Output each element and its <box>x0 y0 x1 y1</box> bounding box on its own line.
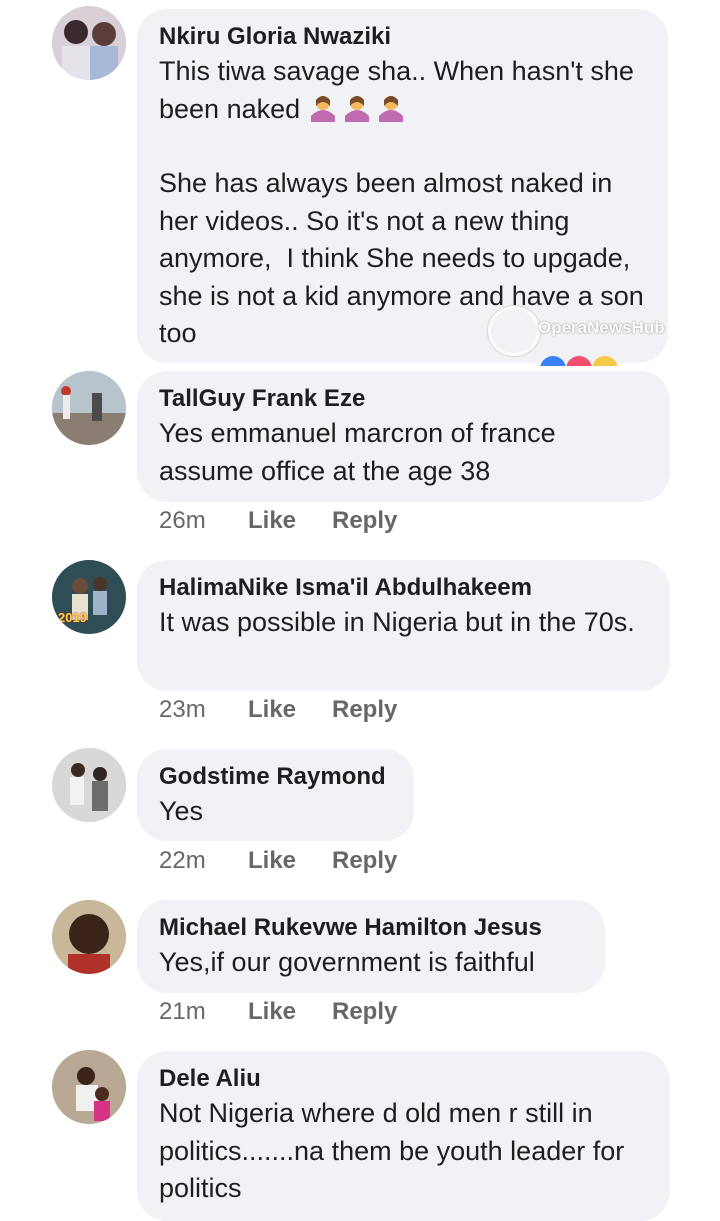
comment-author[interactable]: TallGuy Frank Eze <box>159 384 648 414</box>
comment-actions: 22m Like Reply <box>159 847 397 875</box>
comment-actions: 23m Like Reply <box>159 696 397 724</box>
comment-bubble: Godstime Raymond Yes <box>137 749 414 841</box>
watermark-logo-icon <box>488 306 540 356</box>
avatar[interactable] <box>52 1050 126 1124</box>
like-button[interactable]: Like <box>248 998 332 1026</box>
comment-bubble: TallGuy Frank Eze Yes emmanuel marcron o… <box>137 371 670 502</box>
comment-text: Yes <box>159 796 204 826</box>
comment-bubble: HalimaNike Isma'il Abdulhakeem It was po… <box>137 560 670 691</box>
avatar[interactable] <box>52 6 126 80</box>
watermark: OperaNewsHub <box>538 318 665 337</box>
comment-author[interactable]: Godstime Raymond <box>159 762 392 792</box>
avatar[interactable] <box>52 900 126 974</box>
avatar[interactable] <box>52 371 126 445</box>
like-button[interactable]: Like <box>248 507 332 535</box>
reply-button[interactable]: Reply <box>332 507 397 535</box>
comment-author[interactable]: Nkiru Gloria Nwaziki <box>159 22 646 52</box>
avatar[interactable]: 2019 <box>52 560 126 634</box>
like-button[interactable]: Like <box>248 847 332 875</box>
reply-button[interactable]: Reply <box>332 847 397 875</box>
comment-time[interactable]: 21m <box>159 998 248 1026</box>
comment-actions: 21m Like Reply <box>159 998 397 1026</box>
comment-actions: 26m Like Reply <box>159 507 397 535</box>
reaction-icons[interactable] <box>540 356 630 366</box>
reply-button[interactable]: Reply <box>332 998 397 1026</box>
reply-button[interactable]: Reply <box>332 696 397 724</box>
avatar-badge: 2019 <box>58 610 87 625</box>
avatar[interactable] <box>52 748 126 822</box>
woman-shrugging-icon <box>308 94 410 124</box>
comment-time[interactable]: 23m <box>159 696 248 724</box>
comment-text: It was possible in Nigeria but in the 70… <box>159 607 635 637</box>
comment-author[interactable]: Michael Rukevwe Hamilton Jesus <box>159 913 583 943</box>
like-button[interactable]: Like <box>248 696 332 724</box>
comment-text: Yes emmanuel marcron of france assume of… <box>159 418 564 486</box>
comment-author[interactable]: HalimaNike Isma'il Abdulhakeem <box>159 573 648 603</box>
comment-author[interactable]: Dele Aliu <box>159 1064 648 1094</box>
comment-bubble: Nkiru Gloria Nwaziki This tiwa savage sh… <box>137 9 668 363</box>
comment-bubble: Michael Rukevwe Hamilton Jesus Yes,if ou… <box>137 900 605 993</box>
comment-text: Not Nigeria where d old men r still in p… <box>159 1098 632 1203</box>
comment-text: Yes,if our government is faithful <box>159 947 535 977</box>
comment-text: This tiwa savage sha.. When hasn't she b… <box>159 56 642 124</box>
comment-bubble: Dele Aliu Not Nigeria where d old men r … <box>137 1051 670 1221</box>
comment-time[interactable]: 22m <box>159 847 248 875</box>
comment-time[interactable]: 26m <box>159 507 248 535</box>
